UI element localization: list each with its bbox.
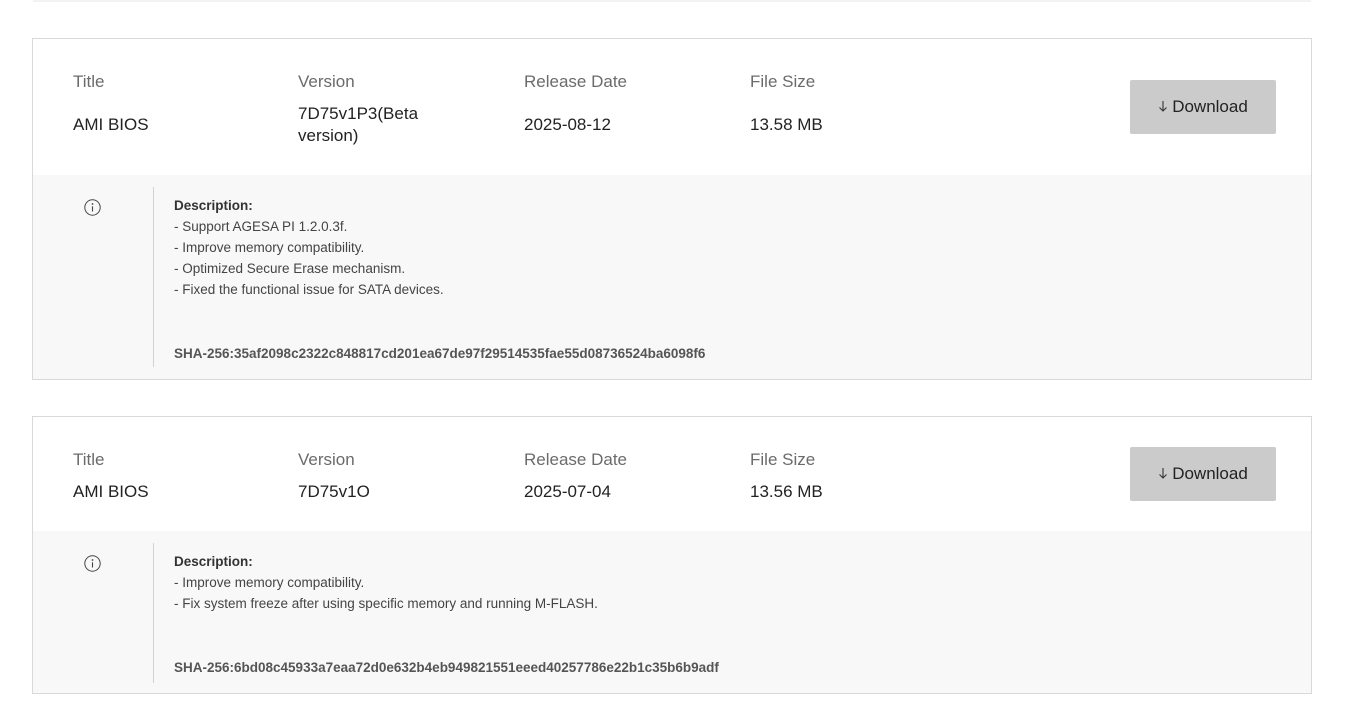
download-label: Download [1172, 464, 1248, 483]
version-value: 7D75v1O [298, 482, 370, 501]
previous-card-edge [33, 0, 1311, 2]
description: Description: - Support AGESA PI 1.2.0.3f… [174, 195, 444, 300]
download-button[interactable]: Download [1130, 80, 1276, 134]
version-column: Version 7D75v1O [298, 449, 438, 503]
title-value: AMI BIOS [73, 115, 149, 134]
card-details: Description: - Support AGESA PI 1.2.0.3f… [33, 175, 1311, 379]
card-details: Description: - Improve memory compatibil… [33, 531, 1311, 693]
card-header: Title AMI BIOS Version 7D75v1O Release D… [33, 417, 1311, 531]
file-size-column: File Size 13.56 MB [750, 449, 950, 503]
description-line: - Improve memory compatibility. [174, 575, 365, 590]
version-label: Version [298, 72, 355, 91]
divider [153, 187, 154, 367]
description-heading: Description: [174, 554, 253, 569]
title-label: Title [73, 450, 105, 469]
title-column: Title AMI BIOS [73, 449, 273, 503]
title-column: Title AMI BIOS [73, 71, 273, 136]
down-arrow-icon [1158, 100, 1168, 115]
title-value: AMI BIOS [73, 482, 149, 501]
bios-download-card: Title AMI BIOS Version 7D75v1P3(Beta ver… [32, 38, 1312, 380]
download-label: Download [1172, 97, 1248, 116]
divider [153, 543, 154, 683]
release-date-label: Release Date [524, 450, 628, 469]
release-date-value: 2025-08-12 [524, 115, 611, 134]
description-line: - Fix system freeze after using specific… [174, 596, 598, 611]
download-button[interactable]: Download [1130, 447, 1276, 501]
description-line: - Optimized Secure Erase mechanism. [174, 261, 406, 276]
description-line: - Support AGESA PI 1.2.0.3f. [174, 219, 348, 234]
version-label: Version [298, 450, 355, 469]
description: Description: - Improve memory compatibil… [174, 551, 598, 614]
release-date-column: Release Date 2025-07-04 [524, 449, 724, 503]
file-size-label: File Size [750, 450, 816, 469]
release-date-column: Release Date 2025-08-12 [524, 71, 724, 136]
description-heading: Description: [174, 198, 253, 213]
title-label: Title [73, 72, 105, 91]
file-size-column: File Size 13.58 MB [750, 71, 950, 136]
info-circle-icon [84, 555, 101, 572]
release-date-value: 2025-07-04 [524, 482, 611, 501]
file-size-value: 13.58 MB [750, 115, 823, 134]
down-arrow-icon [1158, 467, 1168, 482]
sha256-checksum: SHA-256:35af2098c2322c848817cd201ea67de9… [174, 346, 706, 361]
sha256-checksum: SHA-256:6bd08c45933a7eaa72d0e632b4eb9498… [174, 660, 719, 675]
file-size-label: File Size [750, 72, 816, 91]
release-date-label: Release Date [524, 72, 628, 91]
bios-download-card: Title AMI BIOS Version 7D75v1O Release D… [32, 416, 1312, 694]
file-size-value: 13.56 MB [750, 482, 823, 501]
description-line: - Fixed the functional issue for SATA de… [174, 282, 444, 297]
info-circle-icon [84, 199, 101, 216]
description-line: - Improve memory compatibility. [174, 240, 365, 255]
version-value: 7D75v1P3(Beta version) [298, 104, 419, 145]
card-header: Title AMI BIOS Version 7D75v1P3(Beta ver… [33, 39, 1311, 175]
version-column: Version 7D75v1P3(Beta version) [298, 71, 438, 147]
